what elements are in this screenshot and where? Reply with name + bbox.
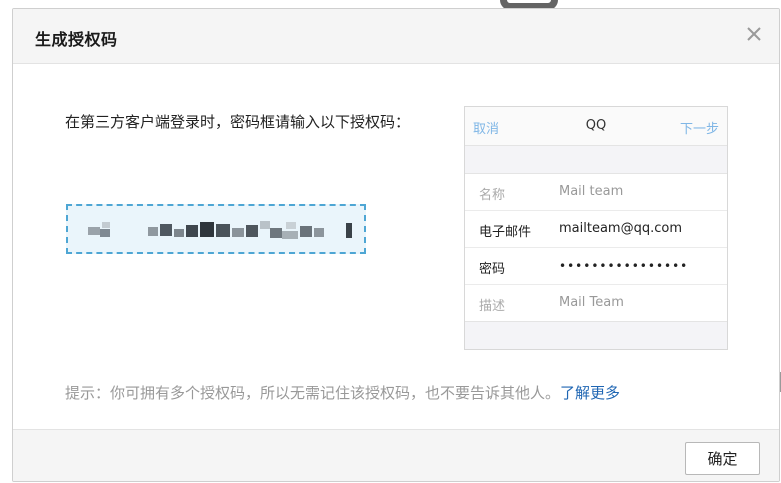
phone-row-label: 名称 [479,188,506,203]
dialog-footer: 确定 [13,429,779,481]
phone-settings-preview: 取消 QQ 下一步 名称 Mail team 电子邮件 mailteam@qq.… [464,106,728,350]
auth-code-blurred [82,219,352,241]
generate-auth-code-dialog: 生成授权码 在第三方客户端登录时，密码框请输入以下授权码： 取消 QQ 下一步 … [12,8,780,482]
confirm-button[interactable]: 确定 [685,442,760,475]
tip-text: 提示：你可拥有多个授权码，所以无需记住该授权码，也不要告诉其他人。了解更多 [65,382,620,403]
dialog-title: 生成授权码 [35,30,118,49]
tip-message: 提示：你可拥有多个授权码，所以无需记住该授权码，也不要告诉其他人。 [65,384,561,402]
phone-row-label: 描述 [479,299,506,314]
phone-form: 名称 Mail team 电子邮件 mailteam@qq.com 密码 •••… [465,173,727,322]
phone-next-label: 下一步 [679,122,719,137]
phone-row-label: 电子邮件 [479,225,532,240]
learn-more-link[interactable]: 了解更多 [560,384,620,402]
phone-row-value: mailteam@qq.com [559,221,682,236]
phone-row-password: 密码 •••••••••••••••• [465,248,727,285]
phone-row-description: 描述 Mail Team [465,285,727,321]
instruction-text: 在第三方客户端登录时，密码框请输入以下授权码： [65,113,411,131]
phone-row-email: 电子邮件 mailteam@qq.com [465,211,727,248]
phone-row-label: 密码 [479,262,506,277]
auth-code-box[interactable] [66,204,366,254]
close-icon [747,27,761,41]
phone-row-value: Mail Team [559,295,624,310]
phone-row-name: 名称 Mail team [465,174,727,211]
close-button[interactable] [743,23,765,45]
dialog-header: 生成授权码 [13,9,779,64]
phone-row-value: •••••••••••••••• [559,259,689,273]
phone-nav-bar: 取消 QQ 下一步 [465,107,727,146]
phone-row-value: Mail team [559,184,624,199]
